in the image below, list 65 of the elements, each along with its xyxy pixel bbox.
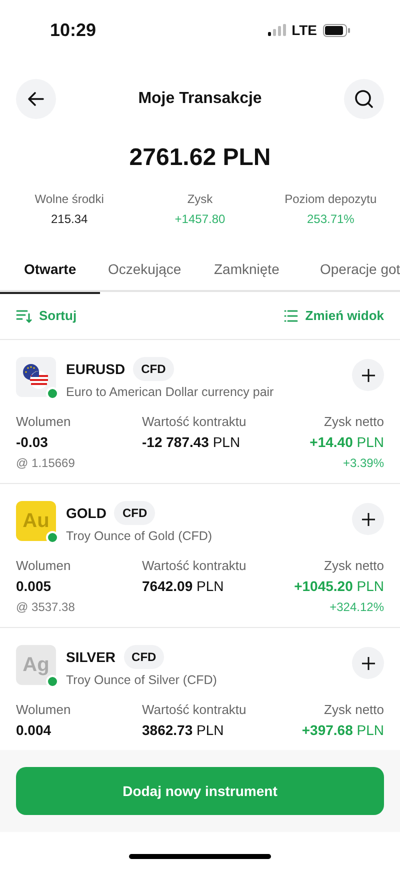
status-time: 10:29 [50,18,96,42]
plus-icon [362,656,374,670]
cfd-tag: CFD [124,645,164,669]
add-button[interactable] [352,359,384,391]
profit-percent: +3.39% [342,455,384,472]
instrument-symbol: EURUSD [66,360,126,378]
field-label: Wolumen [16,556,72,575]
add-instrument-button[interactable]: Dodaj nowy instrument [16,767,384,815]
metal-logo: Ag [16,645,56,685]
instrument-description: Troy Ounce of Gold (CFD) [66,528,214,545]
stat-label: Wolne środki [34,191,104,208]
signal-icon [268,24,286,36]
instrument-symbol: GOLD [66,504,106,522]
sort-icon [16,308,32,322]
contract-value: 3862.73 PLN [142,721,225,740]
add-button[interactable] [352,503,384,535]
field-label: Wartość kontraktu [142,556,248,575]
open-price: @ 3537.38 [16,599,76,616]
balance-total: 2761.62 PLN [129,143,271,173]
field-label: Wartość kontraktu [142,700,248,719]
stat-label: Zysk [187,191,213,208]
tab[interactable]: Operacje got [312,246,400,294]
search-icon [354,89,374,109]
net-profit: +1045.20 PLN [294,577,384,596]
stat-value: +1457.80 [174,211,226,228]
instrument-description: Troy Ounce of Silver (CFD) [66,672,218,689]
volume-value: 0.005 [16,577,52,596]
page-title: Moje Transakcje [138,89,262,109]
profit-percent: +324.12% [330,599,384,616]
cfd-tag: CFD [133,357,174,381]
tab[interactable]: Oczekujące [100,246,206,294]
search-button[interactable] [344,79,384,119]
contract-value: 7642.09 PLN [142,577,225,596]
sort-button[interactable]: Sortuj [16,306,77,326]
volume-value: 0.004 [16,721,52,740]
field-label: Wolumen [16,700,72,719]
battery-icon [323,24,350,36]
stat-value: 253.71% [306,211,354,228]
metal-logo: Au [16,501,56,541]
field-label: Wartość kontraktu [142,412,248,431]
list-icon [284,310,298,322]
arrow-left-icon [26,89,46,109]
field-label: Zysk netto [324,700,384,719]
tab[interactable]: Zamknięte [206,246,312,294]
stat-label: Poziom depozytu [284,191,377,208]
cfd-tag: CFD [114,501,156,525]
field-label: Zysk netto [324,556,384,575]
volume-value: -0.03 [16,433,49,452]
back-button[interactable] [16,79,56,119]
plus-icon [362,368,374,382]
instrument-symbol: SILVER [66,648,116,666]
instrument-description: Euro to American Dollar currency pair [66,384,275,401]
contract-value: -12 787.43 PLN [142,433,242,452]
network-label: LTE [292,20,317,40]
add-button[interactable] [352,647,384,679]
stat-value: 215.34 [50,211,88,228]
net-profit: +14.40 PLN [310,433,384,452]
tab[interactable]: Otwarte [0,246,100,294]
field-label: Zysk netto [324,412,384,431]
open-price: @ 1.15669 [16,455,76,472]
field-label: Wolumen [16,412,72,431]
plus-icon [362,512,374,526]
change-view-button[interactable]: Zmień widok [284,306,384,326]
currency-flags-icon [16,357,56,397]
net-profit: +397.68 PLN [302,721,384,740]
